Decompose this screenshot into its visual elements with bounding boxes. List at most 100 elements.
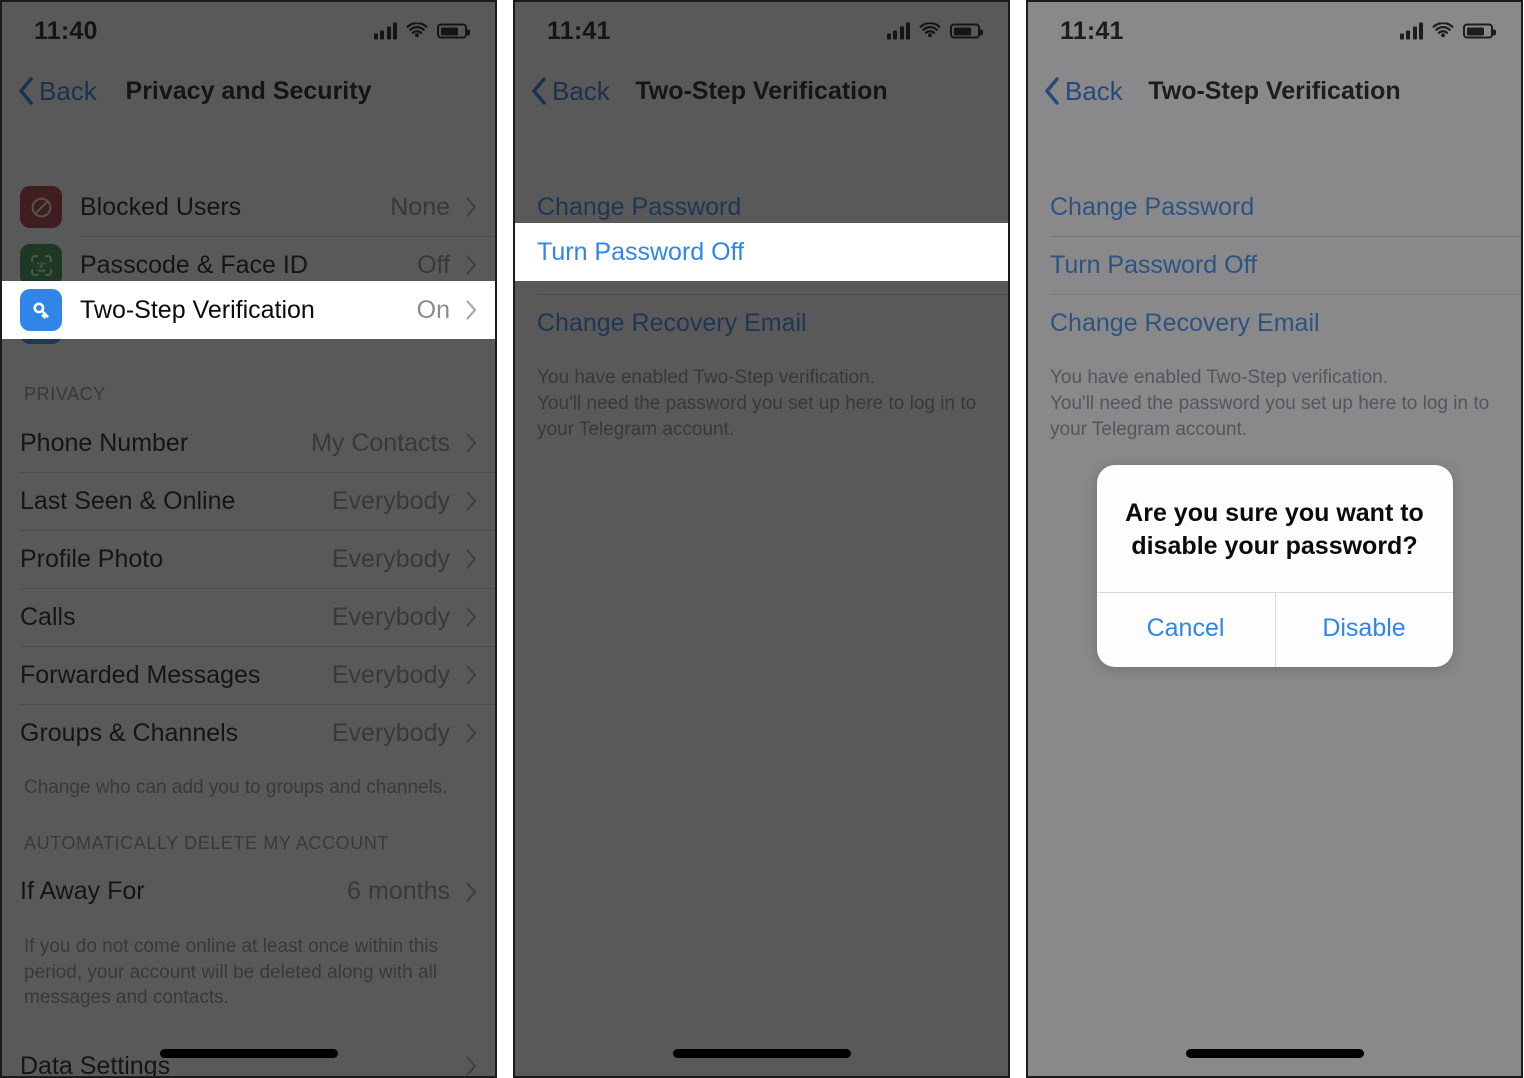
- back-button[interactable]: Back: [531, 76, 610, 107]
- home-indicator: [159, 1049, 338, 1058]
- action-change-recovery-email[interactable]: Change Recovery Email: [515, 294, 1008, 352]
- face-id-icon: [20, 244, 62, 286]
- dialog-title: Are you sure you want to disable your pa…: [1125, 499, 1424, 560]
- chevron-right-icon: [466, 300, 477, 320]
- list-item-label: Forwarded Messages: [20, 660, 261, 689]
- back-button-label: Back: [552, 75, 610, 106]
- battery-icon: [950, 23, 983, 39]
- status-bar: 11:40: [2, 2, 495, 60]
- blocked-users-icon: [20, 186, 62, 228]
- chevron-right-icon: [466, 255, 477, 275]
- list-item-phone-number[interactable]: Phone Number My Contacts: [2, 414, 495, 472]
- chevron-left-icon: [531, 77, 547, 105]
- list-item-label: Profile Photo: [20, 544, 164, 573]
- disable-button[interactable]: Disable: [1274, 593, 1453, 667]
- chevron-left-icon: [1044, 77, 1060, 105]
- list-item-groups-channels[interactable]: Groups & Channels Everybody: [2, 704, 495, 762]
- list-item-label: Passcode & Face ID: [80, 250, 308, 279]
- phone-screen-disable-confirm: 11:41 Back Two-Step Verification Change …: [1026, 0, 1523, 1078]
- highlighted-action-label: Turn Password Off: [537, 237, 745, 266]
- battery-icon: [1463, 23, 1496, 39]
- status-bar: 11:41: [1028, 2, 1521, 60]
- key-icon: [20, 289, 62, 331]
- list-item-label: Calls: [20, 602, 76, 631]
- wifi-icon: [1432, 22, 1454, 40]
- list-item-value: Everybody: [331, 718, 450, 747]
- chevron-right-icon: [466, 197, 477, 217]
- wifi-icon: [919, 22, 941, 40]
- screenshot-triptych: 11:40 Back Privacy and Security Blocked …: [0, 0, 1524, 1078]
- highlighted-row-two-step-verification[interactable]: Two-Step Verification On: [2, 281, 495, 339]
- action-label: Change Password: [537, 192, 742, 221]
- chevron-right-icon: [466, 665, 477, 685]
- action-turn-password-off[interactable]: Turn Password Off: [1028, 236, 1521, 294]
- phone-screen-two-step-verification: 11:41 Back Two-Step Verification Change …: [513, 0, 1010, 1078]
- list-item-profile-photo[interactable]: Profile Photo Everybody: [2, 530, 495, 588]
- list-item-value: Everybody: [331, 660, 450, 689]
- list-item-forwarded-messages[interactable]: Forwarded Messages Everybody: [2, 646, 495, 704]
- list-item-last-seen-online[interactable]: Last Seen & Online Everybody: [2, 472, 495, 530]
- section-header-auto-delete: AUTOMATICALLY DELETE MY ACCOUNT: [24, 832, 390, 853]
- list-item-blocked-users[interactable]: Blocked Users None: [2, 178, 495, 236]
- list-item-label: Groups & Channels: [20, 718, 239, 747]
- action-label: Change Recovery Email: [1050, 308, 1320, 337]
- highlighted-row-label: Two-Step Verification: [80, 295, 315, 324]
- navigation-bar: Back Two-Step Verification: [1028, 60, 1521, 122]
- chevron-right-icon: [466, 491, 477, 511]
- status-clock: 11:41: [547, 16, 611, 45]
- list-item-calls[interactable]: Calls Everybody: [2, 588, 495, 646]
- action-change-recovery-email[interactable]: Change Recovery Email: [1028, 294, 1521, 352]
- home-indicator: [672, 1049, 851, 1058]
- list-top-spacer: [515, 122, 1008, 178]
- battery-icon: [437, 23, 470, 39]
- phone-screen-privacy-security: 11:40 Back Privacy and Security Blocked …: [0, 0, 497, 1078]
- back-button-label: Back: [39, 75, 97, 106]
- two-step-actions-list: Change Password Turn Password Off Change…: [1028, 178, 1521, 352]
- wifi-icon: [406, 22, 428, 40]
- chevron-right-icon: [466, 607, 477, 627]
- navigation-bar: Back Two-Step Verification: [515, 60, 1008, 122]
- list-item-label: Last Seen & Online: [20, 486, 236, 515]
- section-header-privacy: PRIVACY: [24, 384, 106, 404]
- cellular-bars-icon: [886, 22, 910, 40]
- action-label: Change Password: [1050, 192, 1255, 221]
- chevron-right-icon: [466, 882, 477, 902]
- list-item-label: Blocked Users: [80, 192, 242, 221]
- home-indicator: [1185, 1049, 1364, 1058]
- list-item-value: Everybody: [331, 486, 450, 515]
- two-step-footnote: You have enabled Two-Step verification. …: [1050, 367, 1490, 440]
- back-button[interactable]: Back: [1044, 76, 1123, 107]
- dialog-actions: Cancel Disable: [1096, 592, 1453, 667]
- chevron-right-icon: [466, 1056, 477, 1076]
- list-item-if-away-for[interactable]: If Away For 6 months: [2, 862, 495, 921]
- list-item-value: None: [390, 192, 450, 221]
- list-item-label: If Away For: [20, 877, 145, 906]
- action-label: Change Recovery Email: [537, 308, 807, 337]
- chevron-left-icon: [18, 77, 34, 105]
- list-item-label: Phone Number: [20, 428, 189, 457]
- list-item-value: 6 months: [347, 877, 450, 906]
- chevron-right-icon: [466, 433, 477, 453]
- cancel-button[interactable]: Cancel: [1097, 593, 1275, 667]
- status-bar: 11:41: [515, 2, 1008, 60]
- action-change-password[interactable]: Change Password: [1028, 178, 1521, 236]
- list-top-spacer: [2, 122, 495, 178]
- status-clock: 11:41: [1060, 16, 1124, 45]
- highlighted-row-value: On: [416, 295, 450, 324]
- cellular-bars-icon: [373, 22, 397, 40]
- cellular-bars-icon: [1399, 22, 1423, 40]
- action-label: Turn Password Off: [1050, 250, 1258, 279]
- status-clock: 11:40: [34, 16, 98, 45]
- list-item-value: Off: [417, 250, 450, 279]
- two-step-footnote: You have enabled Two-Step verification. …: [537, 367, 977, 440]
- highlighted-row-turn-password-off[interactable]: Turn Password Off: [515, 223, 1008, 281]
- privacy-footnote: Change who can add you to groups and cha…: [24, 777, 448, 798]
- back-button-label: Back: [1065, 75, 1123, 106]
- auto-delete-footnote: If you do not come online at least once …: [24, 935, 439, 1009]
- chevron-right-icon: [466, 723, 477, 743]
- list-top-spacer: [1028, 122, 1521, 178]
- navigation-bar: Back Privacy and Security: [2, 60, 495, 122]
- back-button[interactable]: Back: [18, 76, 97, 107]
- list-item-value: My Contacts: [311, 428, 450, 457]
- auto-delete-list: If Away For 6 months: [2, 862, 495, 921]
